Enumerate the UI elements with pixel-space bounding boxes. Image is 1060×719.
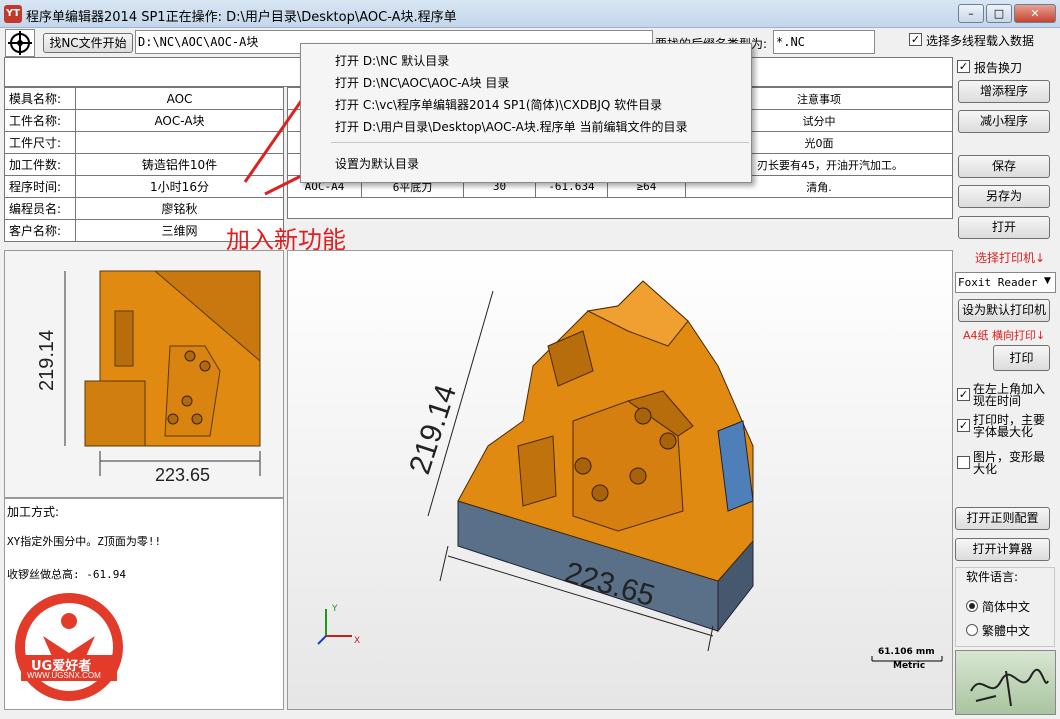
suffix-input[interactable]: *.NC bbox=[773, 30, 875, 54]
part-drawing-small: 219.14 223.65 bbox=[36, 270, 261, 485]
info-row: 工件名称: AOC-A块 bbox=[4, 109, 284, 132]
info-value[interactable]: AOC-A块 bbox=[75, 109, 284, 132]
open-regex-config-button[interactable]: 打开正则配置 bbox=[955, 507, 1050, 530]
dim-horizontal-small: 223.65 bbox=[155, 465, 210, 485]
menu-separator bbox=[331, 142, 749, 143]
info-row: 加工件数: 铸造铝件10件 bbox=[4, 153, 284, 176]
info-label: 加工件数: bbox=[4, 153, 76, 176]
info-row: 编程员名: 廖铭秋 bbox=[4, 197, 284, 220]
paper-note: A4纸 横向打印↓ bbox=[963, 329, 1046, 342]
open-calculator-button[interactable]: 打开计算器 bbox=[955, 538, 1050, 561]
directory-context-menu: 打开 D:\NC 默认目录 打开 D:\NC\AOC\AOC-A块 目录 打开 … bbox=[300, 43, 752, 183]
print-button[interactable]: 打印 bbox=[993, 345, 1050, 371]
menu-set-default-dir[interactable]: 设置为默认目录 bbox=[335, 155, 419, 172]
option-image-checkbox[interactable] bbox=[957, 456, 970, 469]
option-time-label: 在左上角加入现在时间 bbox=[973, 382, 1046, 408]
dim-vertical-small: 219.14 bbox=[36, 330, 58, 391]
info-row: 模具名称: AOC bbox=[4, 87, 284, 110]
axis-x-label: X bbox=[354, 636, 360, 646]
printer-select[interactable]: Foxit Reader P ▼ bbox=[955, 272, 1056, 293]
info-label: 程序时间: bbox=[4, 175, 76, 198]
axis-y-label: Y bbox=[331, 604, 338, 614]
minimize-button[interactable]: – bbox=[958, 4, 984, 23]
part-drawing-main: 219.14 223.65 Y X bbox=[317, 280, 943, 662]
processing-line-2: 收锣丝做总高: -61.94 bbox=[7, 568, 126, 581]
select-printer-label: 选择打印机↓ bbox=[975, 251, 1046, 265]
info-value[interactable] bbox=[75, 131, 284, 154]
info-label: 模具名称: bbox=[4, 87, 76, 110]
menu-open-software-dir[interactable]: 打开 C:\vc\程序单编辑器2014 SP1(简体)\CXDBJQ 软件目录 bbox=[335, 96, 662, 113]
menu-open-nc-dir[interactable]: 打开 D:\NC\AOC\AOC-A块 目录 bbox=[335, 74, 509, 91]
lang-traditional-label: 繁體中文 bbox=[982, 624, 1031, 638]
window-title: 程序单编辑器2014 SP1正在操作: D:\用户目录\Desktop\AOC-… bbox=[26, 10, 457, 25]
menu-open-current-file-dir[interactable]: 打开 D:\用户目录\Desktop\AOC-A块.程序单 当前编辑文件的目录 bbox=[335, 118, 687, 135]
main-3d-view[interactable]: 219.14 223.65 Y X 61.106 mm Metric bbox=[287, 250, 953, 710]
settings-compass-icon[interactable] bbox=[5, 29, 35, 57]
info-label: 客户名称: bbox=[4, 219, 76, 242]
close-button[interactable]: ✕ bbox=[1014, 4, 1056, 23]
chevron-down-icon: ▼ bbox=[1044, 276, 1051, 286]
info-value[interactable]: AOC bbox=[75, 87, 284, 110]
lang-simplified-label: 简体中文 bbox=[982, 600, 1031, 614]
multithread-label: 选择多线程载入数据 bbox=[926, 34, 1035, 48]
option-font-checkbox[interactable]: ✓ bbox=[957, 419, 970, 432]
option-font-label: 打印时，主要字体最大化 bbox=[973, 413, 1046, 439]
annotation-text: 加入新功能 bbox=[226, 226, 346, 254]
multithread-checkbox[interactable]: ✓ bbox=[909, 33, 922, 46]
info-value[interactable]: 铸造铝件10件 bbox=[75, 153, 284, 176]
info-label: 工件尺寸: bbox=[4, 131, 76, 154]
logo-url: WWW.UGSNX.COM bbox=[27, 671, 101, 680]
add-program-button[interactable]: 增添程序 bbox=[958, 80, 1050, 103]
maximize-button[interactable]: □ bbox=[986, 4, 1012, 23]
menu-open-default-dir[interactable]: 打开 D:\NC 默认目录 bbox=[335, 52, 449, 69]
option-image-label: 图片，变形最大化 bbox=[973, 450, 1046, 476]
language-group: 软件语言: 简体中文 繁體中文 bbox=[955, 567, 1055, 647]
processing-header: 加工方式: bbox=[7, 505, 60, 519]
processing-notes[interactable]: 加工方式: XY指定外围分中。Z顶面为零!! 收锣丝做总高: -61.94 UG… bbox=[4, 498, 284, 710]
open-button[interactable]: 打开 bbox=[958, 216, 1050, 239]
info-table: 模具名称: AOC 工件名称: AOC-A块 工件尺寸: 加工件数: 铸造铝件10件 … bbox=[4, 87, 284, 242]
printer-select-value: Foxit Reader P bbox=[958, 276, 1042, 289]
scale-unit: Metric bbox=[893, 661, 926, 671]
signature-image bbox=[955, 650, 1056, 715]
reduce-program-button[interactable]: 减小程序 bbox=[958, 110, 1050, 133]
title-bar: YT 程序单编辑器2014 SP1正在操作: D:\用户目录\Desktop\A… bbox=[0, 0, 1060, 28]
ug-logo: UG爱好者 WWW.UGSNX.COM bbox=[13, 591, 125, 703]
save-as-button[interactable]: 另存为 bbox=[958, 185, 1050, 208]
info-value[interactable]: 廖铭秋 bbox=[75, 197, 284, 220]
language-label: 软件语言: bbox=[966, 570, 1019, 584]
info-value[interactable]: 1小时16分 bbox=[75, 175, 284, 198]
lang-traditional-radio[interactable] bbox=[966, 624, 978, 636]
info-row: 工件尺寸: bbox=[4, 131, 284, 154]
processing-line-1: XY指定外围分中。Z顶面为零!! bbox=[7, 535, 162, 548]
option-time-checkbox[interactable]: ✓ bbox=[957, 388, 970, 401]
lang-simplified-radio[interactable] bbox=[966, 600, 978, 612]
report-wrap-checkbox[interactable]: ✓ bbox=[957, 60, 970, 73]
info-label: 编程员名: bbox=[4, 197, 76, 220]
left-part-view: 219.14 223.65 bbox=[4, 250, 284, 498]
dim-vertical-main: 219.14 bbox=[403, 381, 463, 478]
set-default-printer-button[interactable]: 设为默认打印机 bbox=[958, 299, 1050, 322]
save-button[interactable]: 保存 bbox=[958, 155, 1050, 178]
find-nc-file-button[interactable]: 找NC文件开始 bbox=[43, 33, 133, 53]
info-row: 程序时间: 1小时16分 bbox=[4, 175, 284, 198]
report-wrap-label: 报告换刀 bbox=[974, 61, 1023, 75]
app-logo-icon[interactable]: YT bbox=[4, 5, 22, 23]
info-label: 工件名称: bbox=[4, 109, 76, 132]
scale-value: 61.106 mm bbox=[878, 647, 935, 657]
